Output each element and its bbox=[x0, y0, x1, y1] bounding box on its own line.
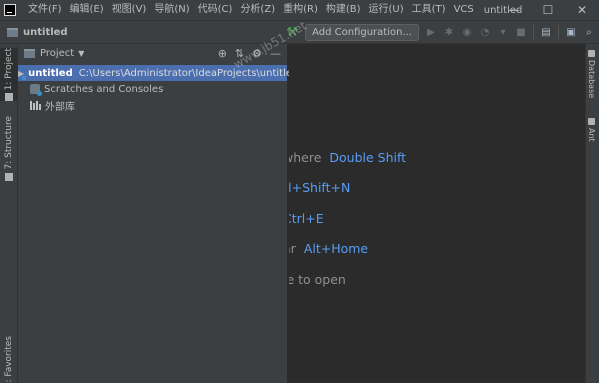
menu-refactor[interactable]: 重构(R) bbox=[279, 0, 322, 20]
hint-shortcut: Double Shift bbox=[329, 150, 407, 165]
tree-item-label: untitled bbox=[28, 67, 73, 79]
project-structure-icon[interactable]: ▤ bbox=[540, 26, 552, 38]
tree-item-scratches[interactable]: Scratches and Consoles bbox=[18, 81, 287, 97]
structure-tab-icon bbox=[5, 172, 13, 181]
tab-structure-label: 7: Structure bbox=[4, 116, 14, 170]
menu-run[interactable]: 运行(U) bbox=[365, 0, 408, 20]
tree-item-label: Scratches and Consoles bbox=[44, 83, 164, 95]
menu-bar: 文件(F) 编辑(E) 视图(V) 导航(N) 代码(C) 分析(Z) 重构(R… bbox=[0, 0, 599, 20]
stop-icon[interactable]: ■ bbox=[515, 26, 527, 38]
right-tool-stripe: Database Ant bbox=[585, 44, 599, 383]
breadcrumb[interactable]: untitled bbox=[23, 27, 68, 38]
tab-favorites-label: 2: Favorites bbox=[4, 336, 14, 383]
tab-database[interactable]: Database bbox=[587, 50, 596, 98]
project-view-selector[interactable]: Project bbox=[40, 48, 74, 59]
app-logo-icon bbox=[4, 4, 16, 16]
menu-navigate[interactable]: 导航(N) bbox=[150, 0, 193, 20]
run-icon[interactable]: ▶ bbox=[425, 26, 437, 38]
left-tool-stripe: 1: Project 7: Structure 2: Favorites bbox=[0, 44, 18, 383]
tab-ant-label: Ant bbox=[587, 128, 596, 142]
add-configuration-button[interactable]: Add Configuration... bbox=[305, 23, 419, 41]
hint-navigation-bar: ar Alt+Home bbox=[289, 241, 368, 256]
globe-icon[interactable]: ⊕ bbox=[218, 47, 227, 60]
menu-build[interactable]: 构建(B) bbox=[322, 0, 365, 20]
hint-go-to-file: rl+Shift+N bbox=[289, 180, 350, 195]
run-toolbar: ⚒ Add Configuration... ▶ ✱ ◉ ◔ ▾ ■ ▤ ▣ ⌕ bbox=[285, 21, 595, 43]
hint-text: where bbox=[289, 150, 322, 165]
minimize-button[interactable]: — bbox=[497, 0, 531, 20]
project-tree: ▶ untitled C:\Users\Administrator\IdeaPr… bbox=[18, 65, 292, 113]
menu-analyze[interactable]: 分析(Z) bbox=[236, 0, 279, 20]
menu-file[interactable]: 文件(F) bbox=[24, 0, 66, 20]
coverage-icon[interactable]: ◉ bbox=[461, 26, 473, 38]
hint-text: Ctrl+E bbox=[289, 211, 324, 226]
hint-text: rl+Shift+N bbox=[289, 180, 351, 195]
hint-text: le to open bbox=[289, 272, 346, 287]
hint-shortcut: Alt+Home bbox=[303, 241, 369, 256]
tab-database-label: Database bbox=[587, 60, 596, 99]
hint-search-everywhere: where Double Shift bbox=[289, 150, 406, 165]
database-icon bbox=[588, 50, 595, 57]
hint-text: ar bbox=[289, 241, 296, 256]
hint-drop-files: le to open bbox=[289, 272, 346, 287]
tree-item-path: C:\Users\Administrator\IdeaProjects\unti… bbox=[78, 67, 292, 79]
hint-recent-files: Ctrl+E bbox=[289, 211, 324, 226]
tab-structure[interactable]: 7: Structure bbox=[0, 116, 18, 181]
ant-icon bbox=[588, 118, 595, 125]
menu-edit[interactable]: 编辑(E) bbox=[66, 0, 108, 20]
toolbar-separator bbox=[558, 25, 559, 39]
maximize-button[interactable]: ☐ bbox=[531, 0, 565, 20]
menu-view[interactable]: 视图(V) bbox=[108, 0, 151, 20]
window-controls: — ☐ ✕ bbox=[497, 0, 599, 20]
debug-icon[interactable]: ✱ bbox=[443, 26, 455, 38]
chevron-down-icon[interactable]: ▼ bbox=[78, 49, 84, 58]
tree-item-label: 外部库 bbox=[45, 101, 75, 113]
search-icon[interactable]: ⌕ bbox=[583, 26, 595, 38]
profile-icon[interactable]: ◔ bbox=[479, 26, 491, 38]
tab-project-label: 1: Project bbox=[4, 48, 14, 91]
tab-favorites[interactable]: 2: Favorites bbox=[0, 336, 18, 383]
layout-icon[interactable]: ▣ bbox=[565, 26, 577, 38]
menu-code[interactable]: 代码(C) bbox=[194, 0, 237, 20]
library-icon bbox=[30, 100, 41, 110]
project-tab-icon bbox=[5, 93, 13, 102]
project-panel: Project ▼ ⊕ ⇅ ⚙ — ▶ untitled C:\Users\Ad… bbox=[18, 44, 292, 383]
menu-tools[interactable]: 工具(T) bbox=[408, 0, 450, 20]
run-dropdown-icon[interactable]: ▾ bbox=[497, 26, 509, 38]
scratches-icon bbox=[30, 84, 42, 96]
menu-vcs[interactable]: VCS bbox=[450, 0, 478, 20]
close-button[interactable]: ✕ bbox=[565, 0, 599, 20]
project-view-icon bbox=[24, 49, 35, 58]
tab-project[interactable]: 1: Project bbox=[0, 48, 18, 102]
tree-item-untitled[interactable]: ▶ untitled C:\Users\Administrator\IdeaPr… bbox=[18, 65, 292, 81]
tab-ant[interactable]: Ant bbox=[587, 118, 596, 142]
editor-empty-area: where Double Shift rl+Shift+N Ctrl+E ar Al… bbox=[289, 44, 585, 383]
project-folder-icon bbox=[7, 27, 18, 37]
tree-item-external-libraries[interactable]: 外部库 bbox=[18, 97, 287, 113]
toolbar-separator bbox=[533, 25, 534, 39]
main-menu: 文件(F) 编辑(E) 视图(V) 导航(N) 代码(C) 分析(Z) 重构(R… bbox=[24, 0, 478, 20]
